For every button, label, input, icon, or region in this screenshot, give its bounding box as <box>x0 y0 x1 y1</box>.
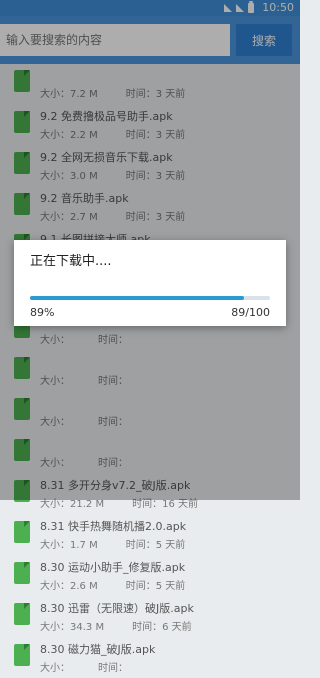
file-name: 8.31 快手热舞随机播2.0.apk <box>40 520 187 533</box>
list-item[interactable]: 8.30 迅雷（无限速）破J版.apk 大小：34.3 M 时间：6 天前 <box>0 597 300 637</box>
file-meta: 大小： 时间： <box>40 659 128 674</box>
time-value: 5 天前 <box>155 540 186 551</box>
time-label: 时间： <box>132 499 163 510</box>
progress-count: 89/100 <box>231 306 270 319</box>
apk-file-icon <box>14 644 30 666</box>
time-label: 时间： <box>98 663 128 674</box>
size-value: 1.7 M <box>70 540 98 551</box>
time-label: 时间： <box>132 622 163 633</box>
size-value: 2.6 M <box>70 581 98 592</box>
list-item[interactable]: 8.30 磁力猫_破J版.apk 大小： 时间： <box>0 638 300 678</box>
list-item[interactable]: 8.30 运动小助手_修复版.apk 大小：2.6 M 时间：5 天前 <box>0 556 300 596</box>
apk-file-icon <box>14 521 30 543</box>
size-value: 34.3 M <box>70 622 105 633</box>
size-label: 大小： <box>40 540 70 551</box>
size-label: 大小： <box>40 663 70 674</box>
time-value: 16 天前 <box>162 499 198 510</box>
file-name: 8.30 运动小助手_修复版.apk <box>40 561 186 574</box>
size-value: 21.2 M <box>70 499 105 510</box>
time-label: 时间： <box>125 540 156 551</box>
size-label: 大小： <box>40 581 70 592</box>
download-dialog: 正在下载中.... 89% 89/100 <box>14 240 286 326</box>
list-item[interactable]: 8.31 快手热舞随机播2.0.apk 大小：1.7 M 时间：5 天前 <box>0 515 300 555</box>
size-label: 大小： <box>40 499 70 510</box>
progress-fill <box>30 296 244 300</box>
dialog-title: 正在下载中.... <box>30 254 112 269</box>
file-name: 8.30 磁力猫_破J版.apk <box>40 643 156 656</box>
time-value: 5 天前 <box>155 581 186 592</box>
file-meta: 大小：1.7 M 时间：5 天前 <box>40 536 185 551</box>
time-label: 时间： <box>125 581 156 592</box>
file-meta: 大小：34.3 M 时间：6 天前 <box>40 618 192 633</box>
apk-file-icon <box>14 562 30 584</box>
progress-bar <box>30 296 270 300</box>
file-name: 8.30 迅雷（无限速）破J版.apk <box>40 602 194 615</box>
progress-percent: 89% <box>30 306 55 319</box>
size-label: 大小： <box>40 622 70 633</box>
file-meta: 大小：2.6 M 时间：5 天前 <box>40 577 185 592</box>
apk-file-icon <box>14 603 30 625</box>
time-value: 6 天前 <box>162 622 192 633</box>
